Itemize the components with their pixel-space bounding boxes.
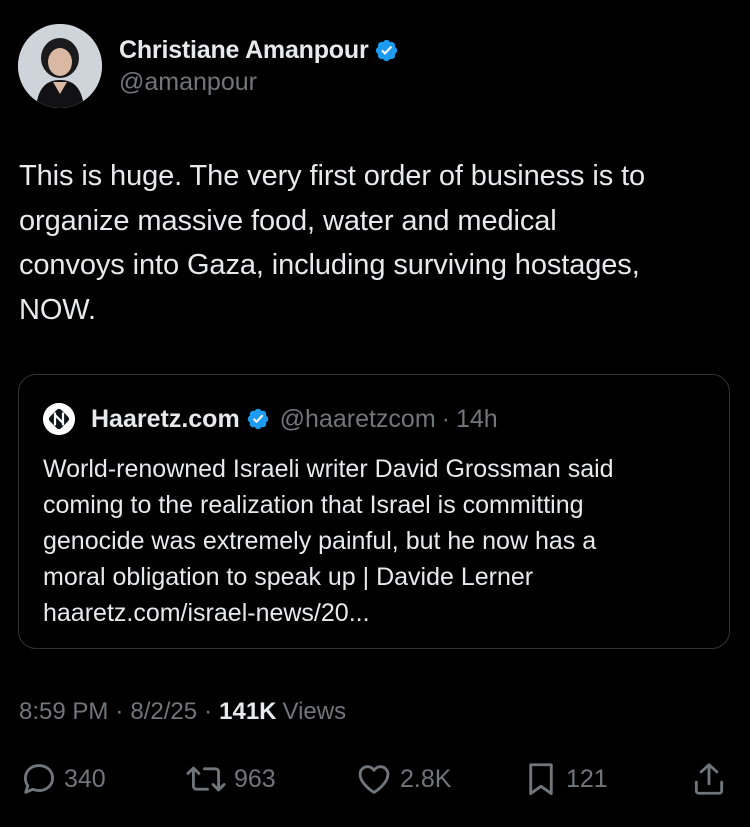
quote-text-line: genocide was extremely painful, but he n…	[43, 527, 597, 555]
quote-text: World-renowned Israeli writer David Gros…	[43, 451, 713, 631]
tweet-time[interactable]: 8:59 PM	[19, 698, 108, 726]
bookmark-icon	[529, 763, 553, 795]
quote-text-line: World-renowned Israeli writer David Gros…	[43, 455, 614, 483]
quote-link[interactable]: haaretz.com/israel-news/20...	[43, 595, 713, 631]
author-handle[interactable]: @amanpour	[119, 68, 399, 97]
quote-author-name[interactable]: Haaretz.com	[91, 405, 240, 434]
tweet-text-line: organize massive food, water and medical	[19, 204, 557, 237]
tweet-text-line: NOW.	[19, 293, 96, 326]
quote-header: Haaretz.com @haaretzcom · 14h	[43, 403, 498, 435]
tweet-header: Christiane Amanpour @amanpour	[18, 24, 732, 110]
haaretz-logo-icon	[43, 403, 75, 435]
author-display-name[interactable]: Christiane Amanpour	[119, 36, 369, 65]
avatar[interactable]	[18, 24, 102, 108]
repost-count: 963	[234, 764, 276, 793]
quote-tweet-card[interactable]: Haaretz.com @haaretzcom · 14h World-reno…	[18, 374, 730, 649]
share-icon	[694, 763, 724, 795]
repost-button[interactable]: 963	[184, 758, 276, 800]
repost-icon	[186, 766, 226, 792]
views-label: Views	[282, 698, 347, 725]
quote-author-handle[interactable]: @haaretzcom	[280, 405, 436, 434]
verified-badge-icon	[247, 408, 268, 430]
tweet-meta: 8:59 PM · 8/2/25 · 141K Views	[19, 697, 346, 727]
bookmark-count: 121	[566, 764, 608, 793]
share-button[interactable]	[690, 758, 728, 800]
action-bar: 340 963 2.8K 121	[0, 758, 750, 800]
quote-timestamp[interactable]: 14h	[456, 405, 498, 434]
reply-icon	[23, 764, 55, 794]
tweet-text-line: convoys into Gaza, including surviving h…	[19, 249, 640, 281]
quote-text-line: coming to the realization that Israel is…	[43, 491, 584, 519]
tweet-text: This is huge. The very first order of bu…	[19, 154, 729, 332]
quote-separator: ·	[441, 404, 450, 433]
reply-button[interactable]: 340	[20, 758, 106, 800]
like-button[interactable]: 2.8K	[354, 758, 451, 800]
like-count: 2.8K	[400, 764, 452, 793]
tweet-date[interactable]: 8/2/25	[130, 698, 197, 726]
tweet-text-line: This is huge. The very first order of bu…	[19, 160, 646, 192]
views-count[interactable]: 141K	[219, 698, 276, 726]
meta-separator: ·	[204, 698, 213, 725]
like-icon	[358, 765, 390, 794]
reply-count: 340	[64, 764, 106, 793]
meta-separator: ·	[115, 698, 124, 725]
quote-text-line: moral obligation to speak up | Davide Le…	[43, 563, 534, 591]
verified-badge-icon	[376, 39, 398, 61]
bookmark-button[interactable]: 121	[522, 758, 608, 800]
